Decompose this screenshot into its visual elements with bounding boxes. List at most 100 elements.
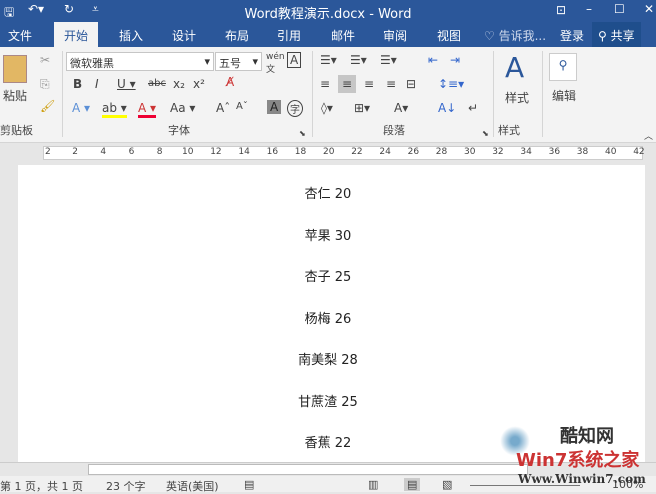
font-size-combo[interactable]: 五号 ▾ [215,52,262,71]
read-mode-icon[interactable]: ▥ [368,478,378,491]
justify-button[interactable]: ≡ [386,77,396,91]
bold-button[interactable]: B [73,77,82,91]
highlight-button[interactable]: ab ▾ [102,101,127,118]
chinese-layout-button[interactable]: A▾ [394,101,408,115]
italic-button[interactable]: I [95,77,99,91]
numbering-button[interactable]: ☰▾ [350,53,367,67]
ruler-number: 4 [100,147,107,157]
paste-button[interactable]: 粘贴 [3,87,27,104]
grow-font-button[interactable]: Aˆ [216,101,230,115]
print-layout-icon[interactable]: ▤ [404,478,421,491]
share-button[interactable]: ⚲ 共享 [592,22,641,47]
font-color-button[interactable]: A ▾ [138,101,157,118]
ruler-number: 10 [182,147,194,157]
tell-me-search[interactable]: ♡ 告诉我... [484,27,546,44]
scrollbar-thumb[interactable] [88,464,528,475]
search-icon[interactable]: ⚲ [549,53,577,81]
clear-format-icon[interactable]: A̸ [226,75,234,89]
tab-design[interactable]: 设计 [172,27,196,44]
ruler-number: 12 [210,147,222,157]
ruler-number: 2 [72,147,78,157]
ruler-number: 2 [45,147,51,157]
ruler-number: 30 [464,147,476,157]
styles-icon[interactable]: A [505,51,524,84]
sort-button[interactable]: A↓ [438,101,456,115]
superscript-button[interactable]: x² [193,77,205,91]
font-size-value: 五号 [219,57,241,70]
shrink-font-button[interactable]: Aˇ [236,101,248,112]
ribbon-display-icon[interactable]: ⊡ [556,3,566,17]
ruler-number: 32 [492,147,504,157]
phonetic-guide-icon[interactable]: wén 文 [266,52,285,75]
tab-view[interactable]: 视图 [437,27,461,44]
document-line[interactable]: 甘蔗渣 25 [0,391,656,410]
lightbulb-icon: ♡ [484,29,499,43]
increase-indent-button[interactable]: ⇥ [450,53,460,67]
multilevel-list-button[interactable]: ☰▾ [380,53,397,67]
strikethrough-button[interactable]: abc [148,78,166,89]
ruler-number: 26 [407,147,420,157]
document-line[interactable]: 杏子 25 [0,266,656,285]
paragraph-dialog-launcher[interactable]: ⬊ [482,129,489,138]
format-painter-icon[interactable]: 🖌 [40,99,55,113]
show-marks-button[interactable]: ↵ [468,101,478,115]
login-link[interactable]: 登录 [560,27,584,44]
title-bar: 🖫 ↶▾ ↻ ⩡ Word教程演示.docx - Word ⊡ – ☐ ✕ [0,0,656,22]
editing-button[interactable]: 编辑 [552,87,576,104]
change-case-button[interactable]: Aa ▾ [170,101,195,115]
watermark-site: Win7系统之家 [516,450,640,471]
tab-insert[interactable]: 插入 [119,27,143,44]
distributed-button[interactable]: ⊟ [406,77,416,91]
font-dialog-launcher[interactable]: ⬊ [299,129,306,138]
close-button[interactable]: ✕ [644,2,654,16]
font-name-combo[interactable]: 微软雅黑 ▾ [66,52,214,71]
tab-home[interactable]: 开始 [54,22,99,47]
watermark-url: Www.Winwin7.com [518,472,646,486]
ruler-number: 36 [548,147,561,157]
tab-file[interactable]: 文件 [8,27,32,44]
ruler-number: 6 [128,147,135,157]
minimize-button[interactable]: – [586,2,592,16]
document-line[interactable]: 苹果 30 [0,225,656,244]
text-effects-button[interactable]: A ▾ [72,101,90,115]
group-paragraph: 段落 [383,124,405,137]
watermark-brand: 酷知网 [560,426,614,447]
underline-button[interactable]: U ▾ [117,77,136,91]
ruler-number: 34 [520,147,532,157]
document-line[interactable]: 南美梨 28 [0,349,656,368]
styles-button[interactable]: 样式 [505,89,529,106]
tab-mailings[interactable]: 邮件 [331,27,355,44]
copy-icon[interactable]: ⎘ [40,77,50,92]
char-border-icon[interactable]: A [287,52,302,68]
align-left-button[interactable]: ≡ [320,77,330,91]
align-center-button[interactable]: ≡ [338,75,357,93]
bullets-button[interactable]: ☰▾ [320,53,337,67]
share-label: 共享 [610,29,635,43]
tell-me-label: 告诉我... [498,29,547,43]
enclose-char-button[interactable]: 字 [287,100,303,117]
ruler-number: 20 [323,147,335,157]
collapse-ribbon-icon[interactable]: ︿ [644,129,653,142]
align-right-button[interactable]: ≡ [364,77,374,91]
line-spacing-button[interactable]: ↕≡▾ [438,77,464,91]
ruler-number: 24 [379,147,391,157]
font-name-value: 微软雅黑 [70,57,114,70]
tab-references[interactable]: 引用 [277,27,301,44]
paste-icon[interactable] [3,55,27,83]
shading-button[interactable]: ◊▾ [321,101,333,115]
ruler-number: 28 [435,147,448,157]
cut-icon[interactable]: ✂ [40,53,50,67]
subscript-button[interactable]: x₂ [173,77,185,91]
maximize-button[interactable]: ☐ [614,2,625,16]
borders-button[interactable]: ⊞▾ [354,101,370,115]
watermark-logo: 酷知网 Win7系统之家 Www.Winwin7.com [500,418,656,492]
decrease-indent-button[interactable]: ⇤ [428,53,438,67]
document-line[interactable]: 杏仁 20 [0,183,656,202]
char-shading-button[interactable]: A [267,100,282,114]
document-line[interactable]: 杨梅 26 [0,308,656,327]
tab-layout[interactable]: 布局 [225,27,249,44]
tab-review[interactable]: 审阅 [383,27,407,44]
proofing-icon[interactable]: ▤ [244,478,254,491]
web-layout-icon[interactable]: ▧ [442,478,452,491]
ruler-number: 16 [266,147,279,157]
